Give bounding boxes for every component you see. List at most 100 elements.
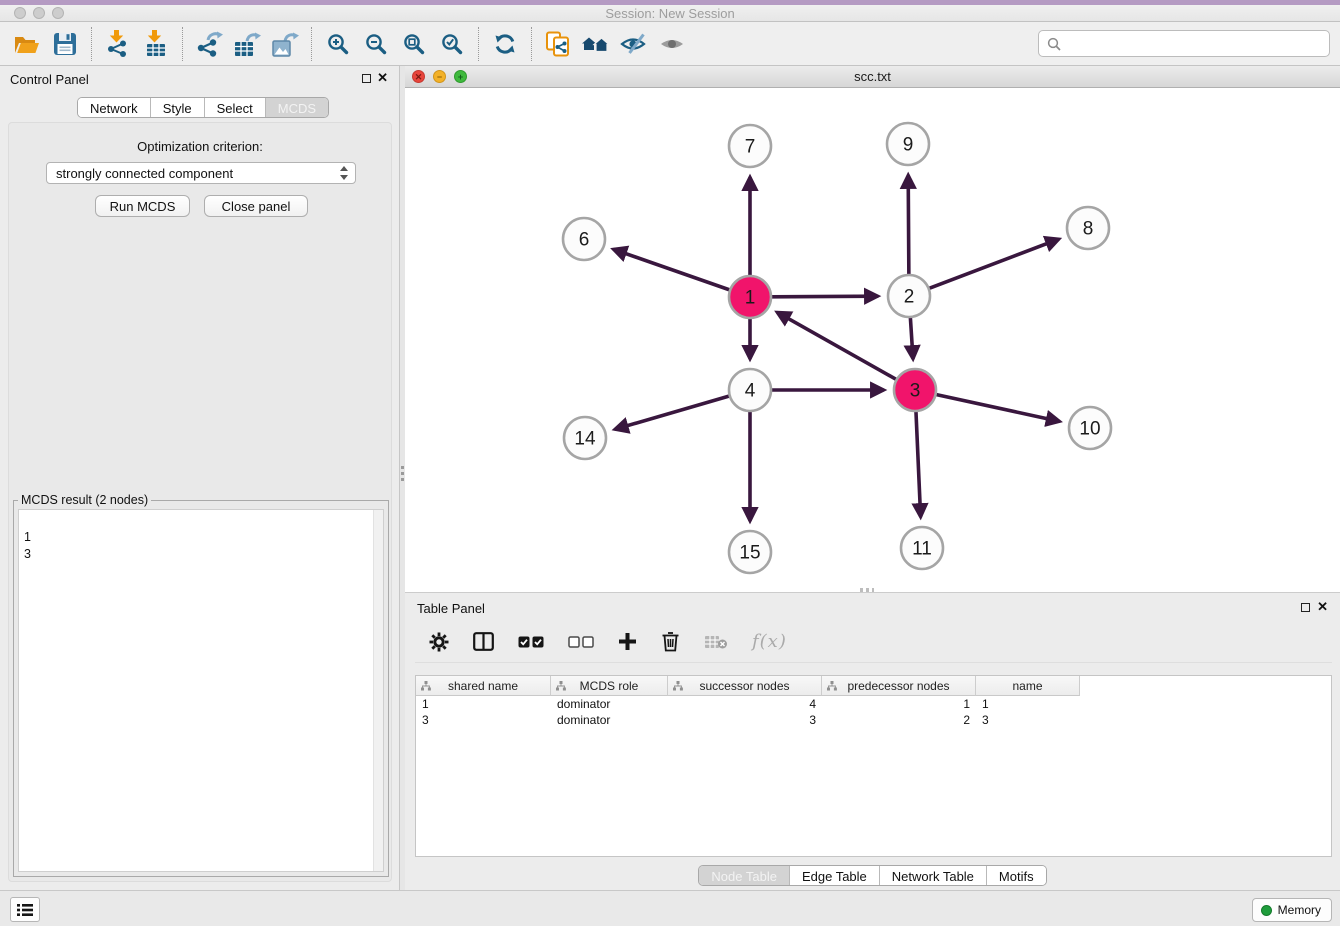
table-row[interactable]: 3dominator323 <box>416 712 1331 728</box>
memory-label: Memory <box>1278 903 1321 917</box>
import-network-icon[interactable] <box>99 26 137 62</box>
show-all-icon[interactable] <box>653 26 691 62</box>
close-panel-button[interactable]: Close panel <box>204 195 308 217</box>
tab-edge-table[interactable]: Edge Table <box>790 866 880 885</box>
tab-mcds[interactable]: MCDS <box>266 98 328 117</box>
hierarchy-icon <box>421 681 431 691</box>
column-header-successor-nodes[interactable]: successor nodes <box>668 676 822 696</box>
optimization-criterion-label: Optimization criterion: <box>9 139 391 154</box>
hide-selected-icon[interactable] <box>615 26 653 62</box>
control-panel: Control Panel ✕ Network Style Select MCD… <box>0 66 400 890</box>
table-cell: dominator <box>551 712 668 728</box>
graph-edge-2-3[interactable] <box>910 318 913 358</box>
hierarchy-icon <box>673 681 683 691</box>
tab-network-table[interactable]: Network Table <box>880 866 987 885</box>
graph-edge-2-8[interactable] <box>930 239 1059 288</box>
status-bar: Memory <box>0 890 1340 926</box>
list-icon <box>16 903 34 917</box>
graph-edge-3-11[interactable] <box>916 412 921 516</box>
graph-node-label: 8 <box>1083 219 1094 240</box>
graph-edge-3-1[interactable] <box>778 313 896 379</box>
zoom-in-icon[interactable] <box>319 26 357 62</box>
search-field[interactable] <box>1038 30 1330 57</box>
delete-table-icon <box>704 634 728 650</box>
network-window-title: scc.txt <box>405 69 1340 84</box>
zoom-fit-icon[interactable] <box>395 26 433 62</box>
table-body: 1dominator4113dominator323 <box>416 696 1331 728</box>
column-header-shared-name[interactable]: shared name <box>416 676 551 696</box>
delete-column-icon[interactable] <box>661 631 680 652</box>
criterion-value: strongly connected component <box>56 166 233 181</box>
settings-icon[interactable] <box>429 632 449 652</box>
table-tabs: Node Table Edge Table Network Table Moti… <box>405 865 1340 886</box>
table-cell: 3 <box>976 712 1080 728</box>
table-cell: 3 <box>668 712 822 728</box>
memory-button[interactable]: Memory <box>1252 898 1332 922</box>
graph-edge-2-9[interactable] <box>908 176 909 274</box>
mcds-result-text[interactable]: 1 3 <box>18 509 384 872</box>
hierarchy-icon <box>827 681 837 691</box>
function-builder-icon: f(x) <box>752 631 787 652</box>
table-panel: Table Panel ✕ <box>405 592 1340 890</box>
network-graph: 7968124314101511 <box>405 88 1340 592</box>
network-window-titlebar[interactable]: ✕ − + scc.txt <box>405 66 1340 88</box>
column-header-mcds-role[interactable]: MCDS role <box>551 676 668 696</box>
float-table-panel-icon[interactable] <box>1301 603 1310 612</box>
zoom-out-icon[interactable] <box>357 26 395 62</box>
table-cell: 2 <box>822 712 976 728</box>
select-all-columns-icon[interactable] <box>518 636 544 648</box>
split-columns-icon[interactable] <box>473 632 494 651</box>
export-network-icon[interactable] <box>190 26 228 62</box>
export-table-icon[interactable] <box>228 26 266 62</box>
table-row[interactable]: 1dominator411 <box>416 696 1331 712</box>
refresh-icon[interactable] <box>486 26 524 62</box>
graph-edge-4-14[interactable] <box>616 396 729 429</box>
save-session-icon[interactable] <box>46 26 84 62</box>
node-table[interactable]: shared name MCDS role successor nodes pr… <box>415 675 1332 857</box>
column-header-name[interactable]: name <box>976 676 1080 696</box>
result-scrollbar[interactable] <box>373 510 383 871</box>
task-list-button[interactable] <box>10 897 40 922</box>
table-cell: 1 <box>976 696 1080 712</box>
graph-node-label: 11 <box>912 539 932 560</box>
mcds-panel: Optimization criterion: strongly connect… <box>8 122 392 882</box>
app-titlebar: Session: New Session <box>0 5 1340 22</box>
column-header-predecessor-nodes[interactable]: predecessor nodes <box>822 676 976 696</box>
mcds-result-group: MCDS result (2 nodes) 1 3 <box>13 493 389 877</box>
toolbar-separator <box>478 27 479 61</box>
graph-node-label: 14 <box>574 429 596 450</box>
control-panel-title: Control Panel <box>10 72 89 87</box>
toolbar-separator <box>311 27 312 61</box>
search-icon <box>1047 37 1061 51</box>
tab-select[interactable]: Select <box>205 98 266 117</box>
network-canvas[interactable]: 7968124314101511 <box>405 88 1340 592</box>
splitter-handle-icon <box>401 466 404 482</box>
close-table-panel-icon[interactable]: ✕ <box>1317 599 1328 615</box>
open-file-icon[interactable] <box>8 26 46 62</box>
graph-edge-3-10[interactable] <box>936 395 1058 422</box>
search-input[interactable] <box>1067 36 1321 51</box>
tab-node-table[interactable]: Node Table <box>699 866 790 885</box>
graph-edge-1-6[interactable] <box>614 250 729 290</box>
table-cell: 1 <box>822 696 976 712</box>
toolbar-separator <box>531 27 532 61</box>
mcds-result-title: MCDS result (2 nodes) <box>18 493 151 507</box>
float-panel-icon[interactable] <box>362 74 371 83</box>
import-table-icon[interactable] <box>137 26 175 62</box>
export-image-icon[interactable] <box>266 26 304 62</box>
add-column-icon[interactable] <box>618 632 637 651</box>
graph-node-label: 2 <box>904 287 915 308</box>
graph-edge-1-2[interactable] <box>772 296 877 297</box>
tab-motifs[interactable]: Motifs <box>987 866 1046 885</box>
first-neighbors-icon[interactable] <box>577 26 615 62</box>
tab-network[interactable]: Network <box>78 98 151 117</box>
tab-style[interactable]: Style <box>151 98 205 117</box>
run-mcds-button[interactable]: Run MCDS <box>95 195 190 217</box>
close-panel-icon[interactable]: ✕ <box>377 70 388 86</box>
table-header-row: shared name MCDS role successor nodes pr… <box>416 676 1331 696</box>
zoom-selected-icon[interactable] <box>433 26 471 62</box>
table-cell: 3 <box>416 712 551 728</box>
deselect-all-columns-icon[interactable] <box>568 636 594 648</box>
criterion-select[interactable]: strongly connected component <box>46 162 356 184</box>
clone-network-icon[interactable] <box>539 26 577 62</box>
